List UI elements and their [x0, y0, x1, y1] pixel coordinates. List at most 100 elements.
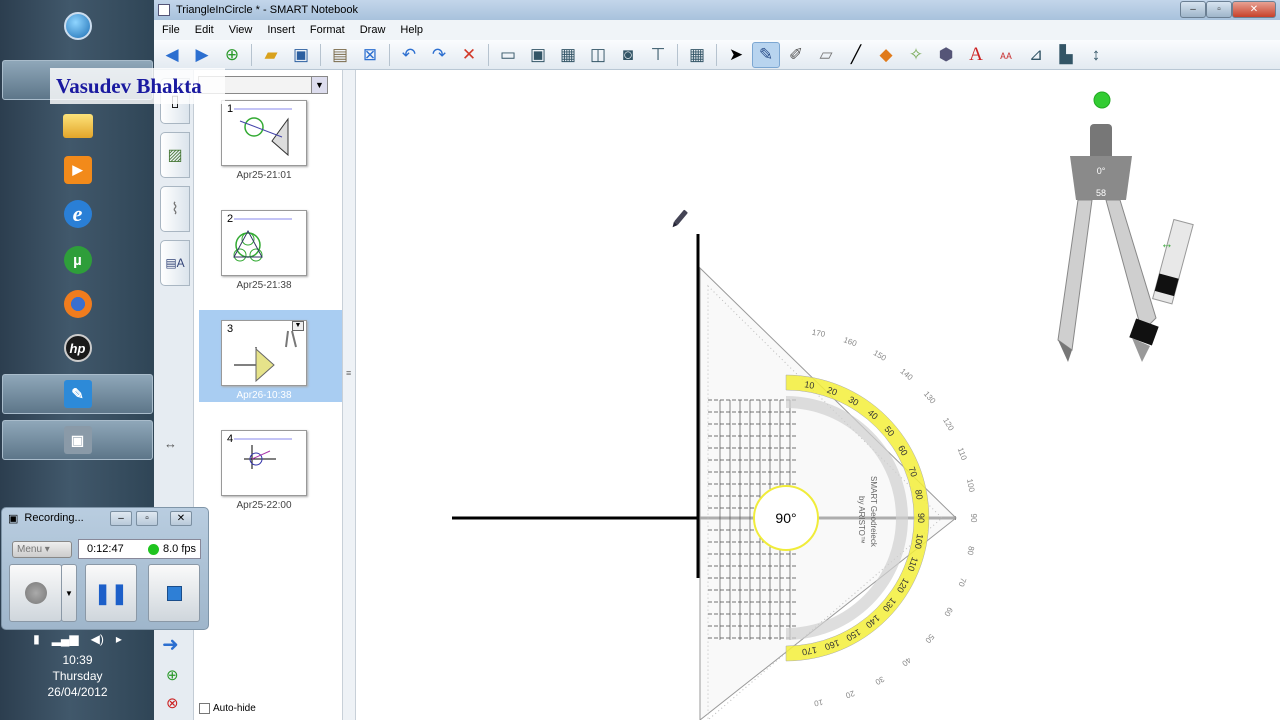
clock-time[interactable]: 10:39: [0, 652, 155, 668]
forward-icon[interactable]: ▶: [188, 42, 216, 68]
scale-label: 90: [916, 513, 926, 523]
line-icon[interactable]: ╱: [842, 42, 870, 68]
scale-label: 80: [913, 489, 925, 501]
menu-help[interactable]: Help: [400, 24, 423, 36]
minimize-button[interactable]: –: [110, 511, 132, 526]
text-icon[interactable]: A: [962, 42, 990, 68]
page-number: 4: [227, 433, 234, 445]
pen-icon[interactable]: ✎: [752, 41, 780, 68]
close-button[interactable]: ✕: [170, 511, 192, 526]
network-icon[interactable]: ▂▄▆: [52, 632, 79, 646]
pause-button[interactable]: ❚❚: [85, 564, 137, 622]
transparent-background-icon[interactable]: ▦: [554, 42, 582, 68]
record-options-button[interactable]: ▼: [61, 564, 77, 622]
whiteboard-canvas[interactable]: 10 20 30 40 50 60 70 80 90 100 110 120 130 140 150 160 1…: [356, 70, 1280, 720]
add-page-side-icon[interactable]: ⊕: [166, 666, 179, 684]
creative-pen-icon[interactable]: ✐: [782, 42, 810, 68]
menu-edit[interactable]: Edit: [195, 24, 214, 36]
toolbar-customize-icon[interactable]: ▙: [1052, 42, 1080, 68]
dual-page-icon[interactable]: ◫: [584, 42, 612, 68]
volume-icon[interactable]: ◀): [91, 632, 104, 646]
menu-format[interactable]: Format: [310, 24, 345, 36]
scale-label: 30: [873, 674, 886, 687]
taskbar-item-smart-notebook[interactable]: ✎: [2, 374, 153, 414]
eraser-icon[interactable]: ▱: [812, 42, 840, 68]
tab-properties[interactable]: ▤A: [160, 240, 190, 286]
recorder-menu-button[interactable]: Menu ▾: [12, 541, 72, 558]
screen-capture-icon[interactable]: ◙: [614, 42, 642, 68]
tab-attachments[interactable]: ⌇: [160, 186, 190, 232]
back-icon[interactable]: ◀: [158, 42, 186, 68]
menu-view[interactable]: View: [229, 24, 253, 36]
taskbar-item-hp[interactable]: hp: [2, 328, 153, 368]
page-date: Apr25-21:01: [236, 170, 292, 181]
stop-button[interactable]: [148, 564, 200, 622]
elapsed-time: 0:12:47: [87, 543, 124, 555]
canvas-drawing[interactable]: 10 20 30 40 50 60 70 80 90 100 110120130 140 150 160 1…: [356, 70, 1280, 720]
page-thumb-3-selected[interactable]: 3 ▼ Apr26-10:38: [199, 310, 349, 402]
table-icon[interactable]: ▦: [683, 42, 711, 68]
paste-icon[interactable]: ▤: [326, 42, 354, 68]
open-folder-icon[interactable]: ▰: [257, 42, 285, 68]
delete-page-icon[interactable]: ⊗: [166, 694, 179, 712]
hp-icon: hp: [63, 334, 92, 362]
compass-resize-icon[interactable]: ↔: [1161, 236, 1174, 251]
menu-file[interactable]: File: [162, 24, 180, 36]
scale-label: 120: [941, 416, 956, 433]
taskbar-item-ie[interactable]: e: [2, 194, 153, 234]
taskbar-item-recorder[interactable]: ▣: [2, 420, 153, 460]
fill-icon[interactable]: ⬢: [932, 42, 960, 68]
window-restore-button[interactable]: ▫: [1206, 1, 1232, 18]
tab-gallery[interactable]: ▨: [160, 132, 190, 178]
maximize-button[interactable]: ▫: [136, 511, 158, 526]
show-hidden-icon[interactable]: ▸: [116, 632, 122, 646]
document-camera-icon[interactable]: ⊤: [644, 42, 672, 68]
chevron-down-icon: ▼: [311, 77, 327, 93]
record-button[interactable]: [9, 564, 62, 622]
clock-day[interactable]: Thursday: [0, 668, 155, 684]
redo-icon[interactable]: ↷: [425, 42, 453, 68]
auto-hide-checkbox[interactable]: [199, 703, 210, 714]
page-thumb-2[interactable]: 2 Apr25-21:38: [199, 210, 349, 302]
scale-label: 50: [923, 632, 936, 645]
power-icon[interactable]: ▮: [33, 632, 40, 646]
save-icon[interactable]: ▣: [287, 42, 315, 68]
sidebar-splitter[interactable]: ≡: [342, 70, 356, 720]
resize-sidebar-icon[interactable]: ↔: [164, 436, 177, 451]
taskbar-item-firefox[interactable]: [2, 284, 153, 324]
page-options-dropdown[interactable]: ▼: [292, 321, 304, 331]
page-date: Apr25-22:00: [236, 500, 292, 511]
shapes-icon[interactable]: ◆: [872, 42, 900, 68]
window-close-button[interactable]: ✕: [1232, 1, 1276, 18]
taskbar-item-media[interactable]: ▶: [2, 150, 153, 190]
select-icon[interactable]: ➤: [722, 42, 750, 68]
protractor-tool[interactable]: 10 20 30 40 50 60 70 80 90 100 110120130 140 150 160 1…: [699, 266, 978, 720]
move-toolbar-icon[interactable]: ↕: [1082, 42, 1110, 68]
taskbar-item-explorer[interactable]: [2, 106, 153, 146]
undo-icon[interactable]: ↶: [395, 42, 423, 68]
compass-tool[interactable]: 0° 58 ↔: [1057, 91, 1194, 362]
system-tray: ▮ ▂▄▆ ◀) ▸ 10:39 Thursday 26/04/2012: [0, 632, 155, 720]
start-button[interactable]: [2, 6, 153, 46]
compass-rotate-handle[interactable]: [1093, 91, 1111, 109]
properties-icon[interactable]: ᴀᴀ: [992, 42, 1020, 68]
scale-label: 10: [804, 379, 816, 391]
page-thumb-1[interactable]: 1 Apr25-21:01: [199, 100, 349, 192]
menu-insert[interactable]: Insert: [267, 24, 295, 36]
full-screen-icon[interactable]: ▣: [524, 42, 552, 68]
window-minimize-button[interactable]: –: [1180, 1, 1206, 18]
auto-hide-toggle[interactable]: Auto-hide: [199, 703, 256, 714]
menu-draw[interactable]: Draw: [360, 24, 386, 36]
measurement-tools-icon[interactable]: ⊿: [1022, 42, 1050, 68]
screen-shade-icon[interactable]: ▭: [494, 42, 522, 68]
delete-icon[interactable]: ✕: [455, 42, 483, 68]
next-page-icon[interactable]: ➜: [162, 632, 179, 657]
clear-page-icon[interactable]: ⊠: [356, 42, 384, 68]
taskbar-item-utorrent[interactable]: µ: [2, 240, 153, 280]
compass-hinge[interactable]: [1090, 124, 1112, 160]
add-page-icon[interactable]: ⊕: [218, 42, 246, 68]
page-thumb-4[interactable]: 4 Apr25-22:00: [199, 430, 349, 522]
magic-pen-icon[interactable]: ✧: [902, 42, 930, 68]
clock-date[interactable]: 26/04/2012: [0, 684, 155, 700]
scale-label: 170: [811, 328, 826, 339]
